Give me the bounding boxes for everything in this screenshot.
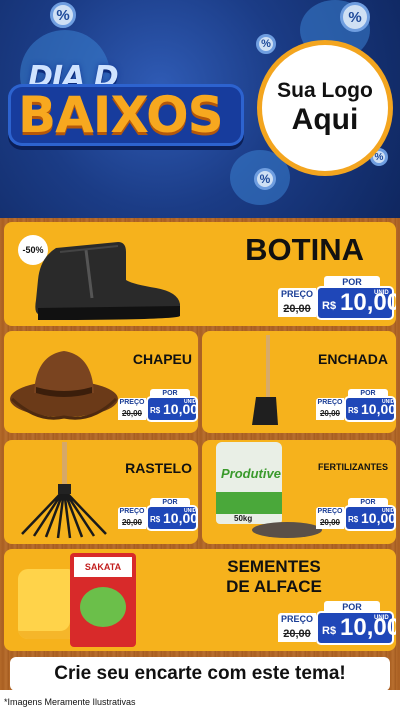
granules-pile [252, 522, 322, 538]
price-preco-label: PREÇO [118, 507, 146, 517]
logo-text-1: Sua Logo [277, 79, 373, 102]
price-por-label: POR [324, 276, 380, 288]
product-name: SEMENTES DE ALFACE [226, 557, 322, 596]
percent-icon: % [254, 168, 276, 190]
logo-text-2: Aqui [291, 103, 359, 136]
old-price: 20,00 [278, 301, 316, 317]
seed-packet-icon: SAKATA [70, 553, 136, 647]
bag-weight: 50kg [234, 514, 253, 523]
old-price-value: 20,00 [319, 518, 341, 527]
price-box: R$ 10,00 UNID [346, 398, 396, 420]
product-card-enchada[interactable]: ENCHADA POR PREÇO 20,00 R$ 10,00 UNID [202, 331, 396, 433]
old-price: 20,00 [316, 408, 344, 420]
price-tag: POR PREÇO 20,00 R$ 10,00 UNID [316, 389, 396, 423]
old-price: 20,00 [316, 517, 344, 529]
product-card-rastelo[interactable]: RASTELO POR PREÇO 20,00 R$ 10,00 UNID [4, 440, 198, 544]
price-por-label: POR [348, 498, 388, 507]
price-unit: UNID [184, 508, 197, 514]
old-price-value: 20,00 [319, 409, 341, 418]
price-preco-label: PREÇO [278, 288, 316, 301]
old-price: 20,00 [278, 626, 316, 642]
disclaimer-note: *Imagens Meramente Ilustrativas [4, 697, 136, 707]
product-card-botina[interactable]: -50% BOTINA POR PREÇO 20,00 R$ 10,00 UNI… [4, 222, 396, 326]
fertilizer-bag-icon: Produtive 50kg [216, 442, 282, 524]
price-box: R$ 10,00 UNID [346, 507, 396, 529]
title-line-2-box: BAIXOS [8, 84, 244, 146]
boot-icon [35, 242, 181, 320]
price-preco-label: PREÇO [118, 398, 146, 408]
price-unit: UNID [374, 290, 389, 296]
currency: R$ [150, 515, 161, 524]
product-name: ENCHADA [318, 351, 388, 367]
currency: R$ [348, 515, 359, 524]
hat-icon [10, 351, 118, 420]
price-box: R$ 10,00 UNID [148, 398, 198, 420]
cta-banner[interactable]: Crie seu encarte com este tema! [10, 657, 390, 691]
percent-icon: % [50, 2, 76, 28]
decor-letter-shape [18, 569, 78, 639]
product-card-chapeu[interactable]: CHAPEU POR PREÇO 20,00 R$ 10,00 UNID [4, 331, 198, 433]
price-box: R$ 10,00 UNID [148, 507, 198, 529]
logo-placeholder[interactable]: Sua Logo Aqui [262, 45, 388, 171]
price-box: R$ 10,00 UNID [318, 613, 396, 643]
header-banner: % % % % % DIA D PREÇOS BAIXOS Sua Logo A… [0, 0, 400, 218]
old-price: 20,00 [118, 408, 146, 420]
flyer: % % % % % DIA D PREÇOS BAIXOS Sua Logo A… [0, 0, 400, 711]
price-unit: UNID [382, 399, 395, 405]
price-tag: POR PREÇO 20,00 R$ 10,00 UNID [316, 498, 396, 532]
old-price-value: 20,00 [283, 628, 311, 640]
price-preco-label: PREÇO [316, 507, 344, 517]
currency: R$ [322, 625, 337, 637]
currency: R$ [348, 406, 359, 415]
old-price-value: 20,00 [121, 409, 143, 418]
title-line-2: BAIXOS [18, 86, 224, 144]
price-preco-label: PREÇO [278, 613, 316, 626]
price-preco-label: PREÇO [316, 398, 344, 408]
price-unit: UNID [184, 399, 197, 405]
hoe-icon [252, 335, 278, 425]
percent-icon: % [256, 34, 276, 54]
product-name: RASTELO [125, 460, 192, 476]
currency: R$ [322, 300, 337, 312]
price-por-label: POR [150, 389, 190, 398]
old-price-value: 20,00 [283, 303, 311, 315]
promo-title: DIA D PREÇOS BAIXOS [8, 60, 248, 160]
price-box: R$ 10,00 UNID [318, 288, 396, 318]
currency: R$ [150, 406, 161, 415]
price-tag: POR PREÇO 20,00 R$ 10,00 UNID [278, 276, 396, 324]
product-name: CHAPEU [132, 351, 192, 367]
price-tag: POR PREÇO 20,00 R$ 10,00 UNID [118, 498, 198, 532]
percent-icon: % [370, 148, 388, 166]
bag-brand: Produtive [221, 466, 281, 481]
price-tag: POR PREÇO 20,00 R$ 10,00 UNID [118, 389, 198, 423]
product-card-sementes[interactable]: SAKATA SEMENTES DE ALFACE POR PREÇO 20,0… [4, 549, 396, 651]
old-price-value: 20,00 [121, 518, 143, 527]
packet-brand: SAKATA [74, 557, 132, 577]
rake-icon [21, 442, 107, 539]
product-name: BOTINA [245, 232, 364, 267]
price-unit: UNID [374, 615, 389, 621]
price-unit: UNID [382, 508, 395, 514]
price-por-label: POR [150, 498, 190, 507]
price-por-label: POR [324, 601, 380, 613]
percent-icon: % [340, 2, 370, 32]
price-por-label: POR [348, 389, 388, 398]
product-card-fertilizantes[interactable]: Produtive 50kg FERTILIZANTES POR PREÇO 2… [202, 440, 396, 544]
price-tag: POR PREÇO 20,00 R$ 10,00 UNID [278, 601, 396, 649]
product-name: FERTILIZANTES [318, 462, 388, 472]
old-price: 20,00 [118, 517, 146, 529]
